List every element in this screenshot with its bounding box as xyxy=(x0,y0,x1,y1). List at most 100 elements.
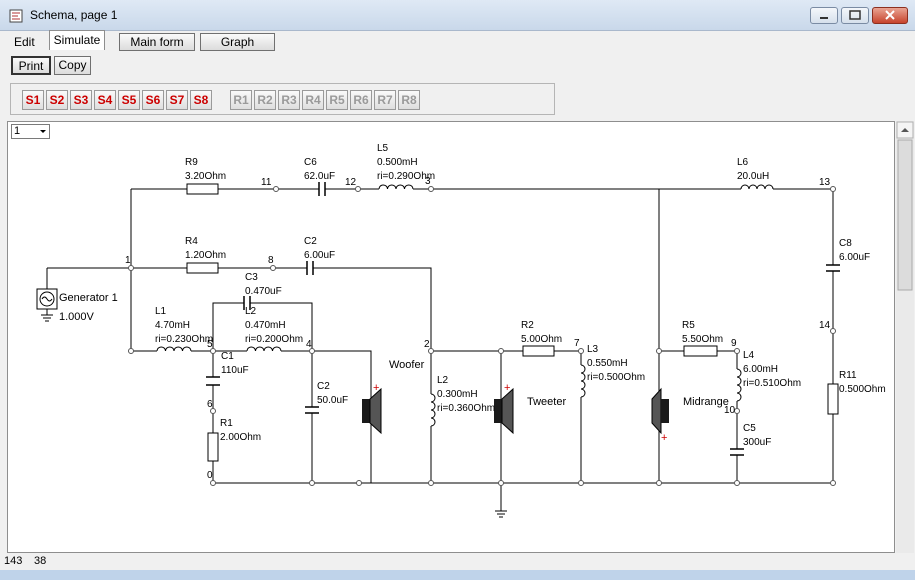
capacitor-c2a[interactable] xyxy=(306,261,314,275)
minimize-button[interactable] xyxy=(810,7,838,24)
generator-value: 1.000V xyxy=(59,311,95,323)
c3-name: C3 xyxy=(245,272,258,283)
button-s8[interactable]: S8 xyxy=(190,90,212,110)
resistor-r4[interactable] xyxy=(186,262,219,274)
l4-name: L4 xyxy=(743,350,755,361)
vertical-scrollbar[interactable] xyxy=(896,121,914,553)
r1-name: R1 xyxy=(220,418,233,429)
maximize-button[interactable] xyxy=(841,7,869,24)
main-form-button[interactable]: Main form xyxy=(119,33,195,51)
tweeter-speaker-icon[interactable]: + xyxy=(494,382,514,435)
resistor-r1[interactable] xyxy=(207,432,219,462)
svg-text:+: + xyxy=(504,382,510,394)
r11-name: R11 xyxy=(839,370,857,381)
tab-simulate[interactable]: Simulate xyxy=(49,30,105,50)
l6-value: 20.0uH xyxy=(737,171,769,182)
c8-value: 6.00uF xyxy=(839,252,870,263)
capacitor-c6[interactable] xyxy=(318,182,326,196)
l3-ri: ri=0.500Ohm xyxy=(587,372,645,383)
print-button[interactable]: Print xyxy=(11,56,51,75)
inductor-l2b[interactable] xyxy=(430,393,436,427)
button-r3[interactable]: R3 xyxy=(278,90,300,110)
inductor-l4[interactable] xyxy=(736,368,742,402)
minimize-icon xyxy=(820,17,828,19)
button-r2[interactable]: R2 xyxy=(254,90,276,110)
resistor-r5[interactable] xyxy=(683,345,718,357)
capacitor-c1[interactable] xyxy=(206,376,220,386)
button-s5[interactable]: S5 xyxy=(118,90,140,110)
c6-name: C6 xyxy=(304,157,317,168)
resistor-r2[interactable] xyxy=(522,345,555,357)
c1-value: 110uF xyxy=(221,365,249,376)
capacitor-c2b[interactable] xyxy=(305,406,319,414)
button-s7[interactable]: S7 xyxy=(166,90,188,110)
l1-value: 4.70mH xyxy=(155,320,190,331)
node-5: 5 xyxy=(207,339,213,350)
inductor-l3[interactable] xyxy=(580,364,586,398)
r9-value: 3.20Ohm xyxy=(185,171,226,182)
c2a-value: 6.00uF xyxy=(304,250,335,261)
menu-edit[interactable]: Edit xyxy=(8,33,41,51)
c2b-name: C2 xyxy=(317,381,330,392)
maximize-icon xyxy=(849,10,861,20)
graph-button[interactable]: Graph xyxy=(200,33,275,51)
node-14: 14 xyxy=(819,320,831,331)
l3-value: 0.550mH xyxy=(587,358,628,369)
button-r8[interactable]: R8 xyxy=(398,90,420,110)
c3-value: 0.470uF xyxy=(245,286,282,297)
inductor-l5[interactable] xyxy=(378,184,414,190)
r2-value: 5.00Ohm xyxy=(521,334,562,345)
r1-value: 2.00Ohm xyxy=(220,432,261,443)
close-button[interactable] xyxy=(872,7,908,24)
button-s6[interactable]: S6 xyxy=(142,90,164,110)
c8-name: C8 xyxy=(839,238,852,249)
l2b-value: 0.300mH xyxy=(437,389,478,400)
capacitor-c8[interactable] xyxy=(826,264,840,272)
button-r6[interactable]: R6 xyxy=(350,90,372,110)
copy-button[interactable]: Copy xyxy=(54,56,91,75)
button-r4[interactable]: R4 xyxy=(302,90,324,110)
r4-value: 1.20Ohm xyxy=(185,250,226,261)
button-s4[interactable]: S4 xyxy=(94,90,116,110)
l2a-value: 0.470mH xyxy=(245,320,286,331)
close-icon xyxy=(885,10,895,20)
resistor-r9[interactable] xyxy=(186,183,219,195)
inductor-l6[interactable] xyxy=(740,184,774,190)
app-icon xyxy=(9,9,23,23)
midrange-speaker-icon[interactable]: + xyxy=(651,387,669,444)
button-s2[interactable]: S2 xyxy=(46,90,68,110)
capacitors xyxy=(206,182,840,456)
c2a-name: C2 xyxy=(304,236,317,247)
button-r7[interactable]: R7 xyxy=(374,90,396,110)
l2a-ri: ri=0.200Ohm xyxy=(245,334,303,345)
svg-text:+: + xyxy=(373,382,379,394)
node-4: 4 xyxy=(306,339,312,350)
tweeter-label: Tweeter xyxy=(527,396,566,408)
ground-icon xyxy=(495,510,507,518)
r11-value: 0.500Ohm xyxy=(839,384,886,395)
schematic-canvas[interactable]: 1 + + + R9 3.20Ohm C6 62.0uF L5 0.500mH … xyxy=(7,121,895,553)
c2b-value: 50.0uF xyxy=(317,395,348,406)
node-10: 10 xyxy=(724,405,736,416)
button-s1[interactable]: S1 xyxy=(22,90,44,110)
resistor-r11[interactable] xyxy=(827,383,839,415)
r2-name: R2 xyxy=(521,320,534,331)
node-6: 6 xyxy=(207,399,213,410)
node-0: 0 xyxy=(207,470,213,481)
button-r5[interactable]: R5 xyxy=(326,90,348,110)
button-s3[interactable]: S3 xyxy=(70,90,92,110)
r5-name: R5 xyxy=(682,320,695,331)
l4-value: 6.00mH xyxy=(743,364,778,375)
node-13: 13 xyxy=(819,177,831,188)
capacitor-c5[interactable] xyxy=(730,448,744,456)
woofer-label: Woofer xyxy=(389,359,425,371)
node-8: 8 xyxy=(268,255,274,266)
inductor-l2a[interactable] xyxy=(246,346,282,352)
taskbar xyxy=(0,570,915,580)
inductor-l1[interactable] xyxy=(156,346,192,352)
generator-icon[interactable] xyxy=(36,288,58,322)
title-bar: Schema, page 1 xyxy=(0,0,915,31)
button-r1[interactable]: R1 xyxy=(230,90,252,110)
status-y: 38 xyxy=(34,555,47,567)
c1-name: C1 xyxy=(221,351,234,362)
